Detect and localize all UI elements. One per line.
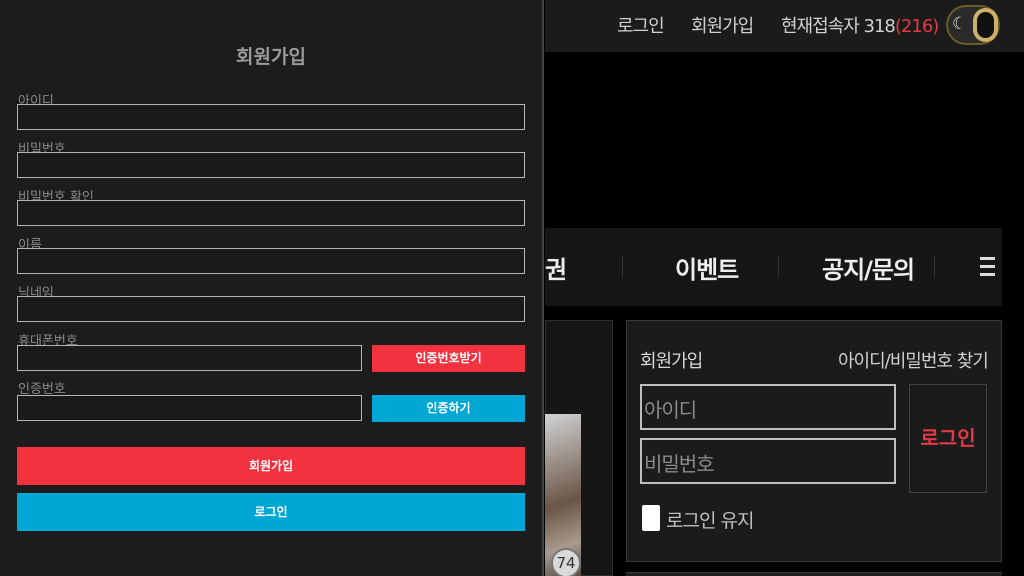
nav-divider — [778, 256, 779, 278]
name-input[interactable] — [17, 248, 525, 274]
remember-login-label: 로그인 유지 — [666, 510, 754, 532]
login-id-input[interactable]: 아이디 — [640, 384, 896, 430]
comment-count-badge: 74 — [551, 548, 581, 576]
modal-title: 회원가입 — [236, 46, 306, 68]
current-users-count: (216) — [894, 16, 939, 37]
login-box-signup-link[interactable]: 회원가입 — [640, 347, 703, 373]
current-users-label: 현재접속자 318 — [781, 16, 896, 37]
nav-divider — [622, 256, 623, 278]
signup-submit-button[interactable]: 회원가입 — [17, 447, 525, 485]
hamburger-icon[interactable] — [972, 228, 1002, 306]
password-input[interactable] — [17, 152, 525, 178]
moon-icon: ☾ — [952, 14, 968, 34]
top-login-link[interactable]: 로그인 — [617, 12, 665, 38]
password-confirm-input[interactable] — [17, 200, 525, 226]
login-box-login-button[interactable]: 로그인 — [909, 384, 987, 493]
verify-button[interactable]: 인증하기 — [372, 395, 525, 422]
find-account-link[interactable]: 아이디/비밀번호 찾기 — [838, 347, 989, 373]
nav-item-notice[interactable]: 공지/문의 — [822, 250, 915, 285]
theme-toggle[interactable]: ☾ — [946, 5, 1000, 45]
login-password-input[interactable]: 비밀번호 — [640, 438, 896, 484]
modal-login-button[interactable]: 로그인 — [17, 493, 525, 531]
phone-input[interactable] — [17, 345, 362, 371]
request-code-button[interactable]: 인증번호받기 — [372, 345, 525, 372]
remember-login-checkbox[interactable] — [642, 505, 660, 531]
nav-item-partial[interactable]: 권 — [545, 250, 567, 285]
lower-panel-edge — [626, 572, 1002, 576]
top-signup-link[interactable]: 회원가입 — [691, 12, 754, 38]
main-nav: 권 이벤트 공지/문의 — [545, 228, 972, 306]
current-users: 현재접속자 318(216) — [781, 12, 939, 38]
auth-code-input[interactable] — [17, 395, 362, 421]
nickname-input[interactable] — [17, 296, 525, 322]
nav-divider — [934, 256, 935, 278]
id-input[interactable] — [17, 104, 525, 130]
signup-modal: 회원가입 아이디 비밀번호 비밀번호 확인 이름 닉네임 휴대폰번호 인증번호받… — [0, 0, 544, 576]
nav-item-event[interactable]: 이벤트 — [675, 250, 739, 285]
